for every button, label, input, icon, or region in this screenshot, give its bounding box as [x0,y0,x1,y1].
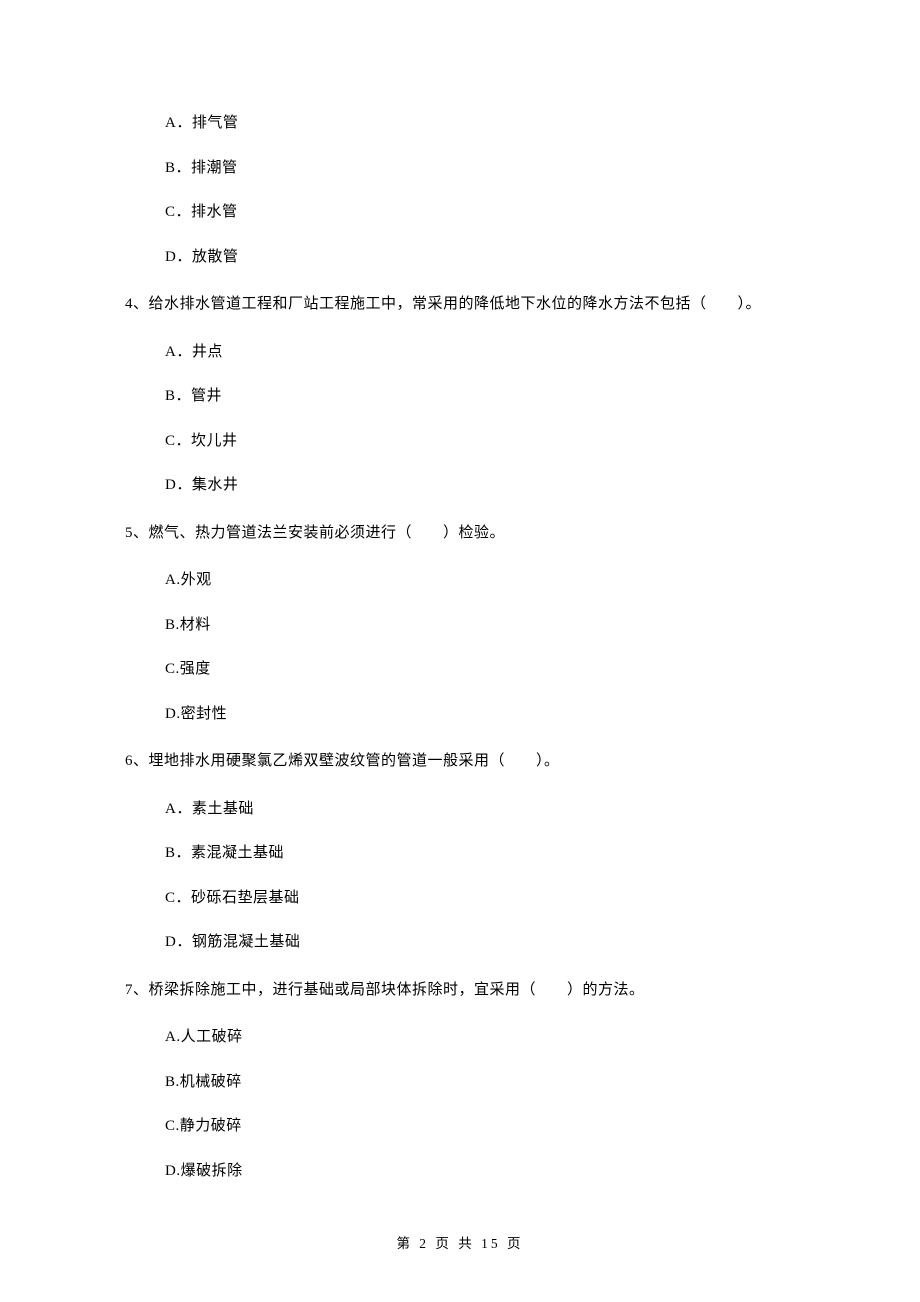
q5-option-b: B.材料 [165,614,795,637]
q4-option-c: C．坎儿井 [165,430,795,453]
q6-option-c: C．砂砾石垫层基础 [165,887,795,910]
q7-option-c: C.静力破碎 [165,1115,795,1138]
q4-option-b: B．管井 [165,385,795,408]
q3-option-a: A．排气管 [165,112,795,135]
q3-option-b: B．排潮管 [165,157,795,180]
page-footer: 第 2 页 共 15 页 [0,1232,920,1252]
question-5: 5、燃气、热力管道法兰安装前必须进行（ ）检验。 [125,519,795,548]
q3-option-c: C．排水管 [165,201,795,224]
q4-option-a: A．井点 [165,341,795,364]
page-content: A．排气管 B．排潮管 C．排水管 D．放散管 4、给水排水管道工程和厂站工程施… [0,0,920,1182]
q4-option-d: D．集水井 [165,474,795,497]
q7-option-d: D.爆破拆除 [165,1160,795,1183]
q5-option-a: A.外观 [165,569,795,592]
q6-option-a: A．素土基础 [165,798,795,821]
q6-option-b: B．素混凝土基础 [165,842,795,865]
q6-option-d: D．钢筋混凝土基础 [165,931,795,954]
q3-option-d: D．放散管 [165,246,795,269]
question-6: 6、埋地排水用硬聚氯乙烯双壁波纹管的管道一般采用（ ）。 [125,747,795,776]
q7-option-b: B.机械破碎 [165,1071,795,1094]
q5-option-c: C.强度 [165,658,795,681]
question-7: 7、桥梁拆除施工中，进行基础或局部块体拆除时，宜采用（ ）的方法。 [125,976,795,1005]
q5-option-d: D.密封性 [165,703,795,726]
question-4: 4、给水排水管道工程和厂站工程施工中，常采用的降低地下水位的降水方法不包括（ ）… [125,290,795,319]
q7-option-a: A.人工破碎 [165,1026,795,1049]
